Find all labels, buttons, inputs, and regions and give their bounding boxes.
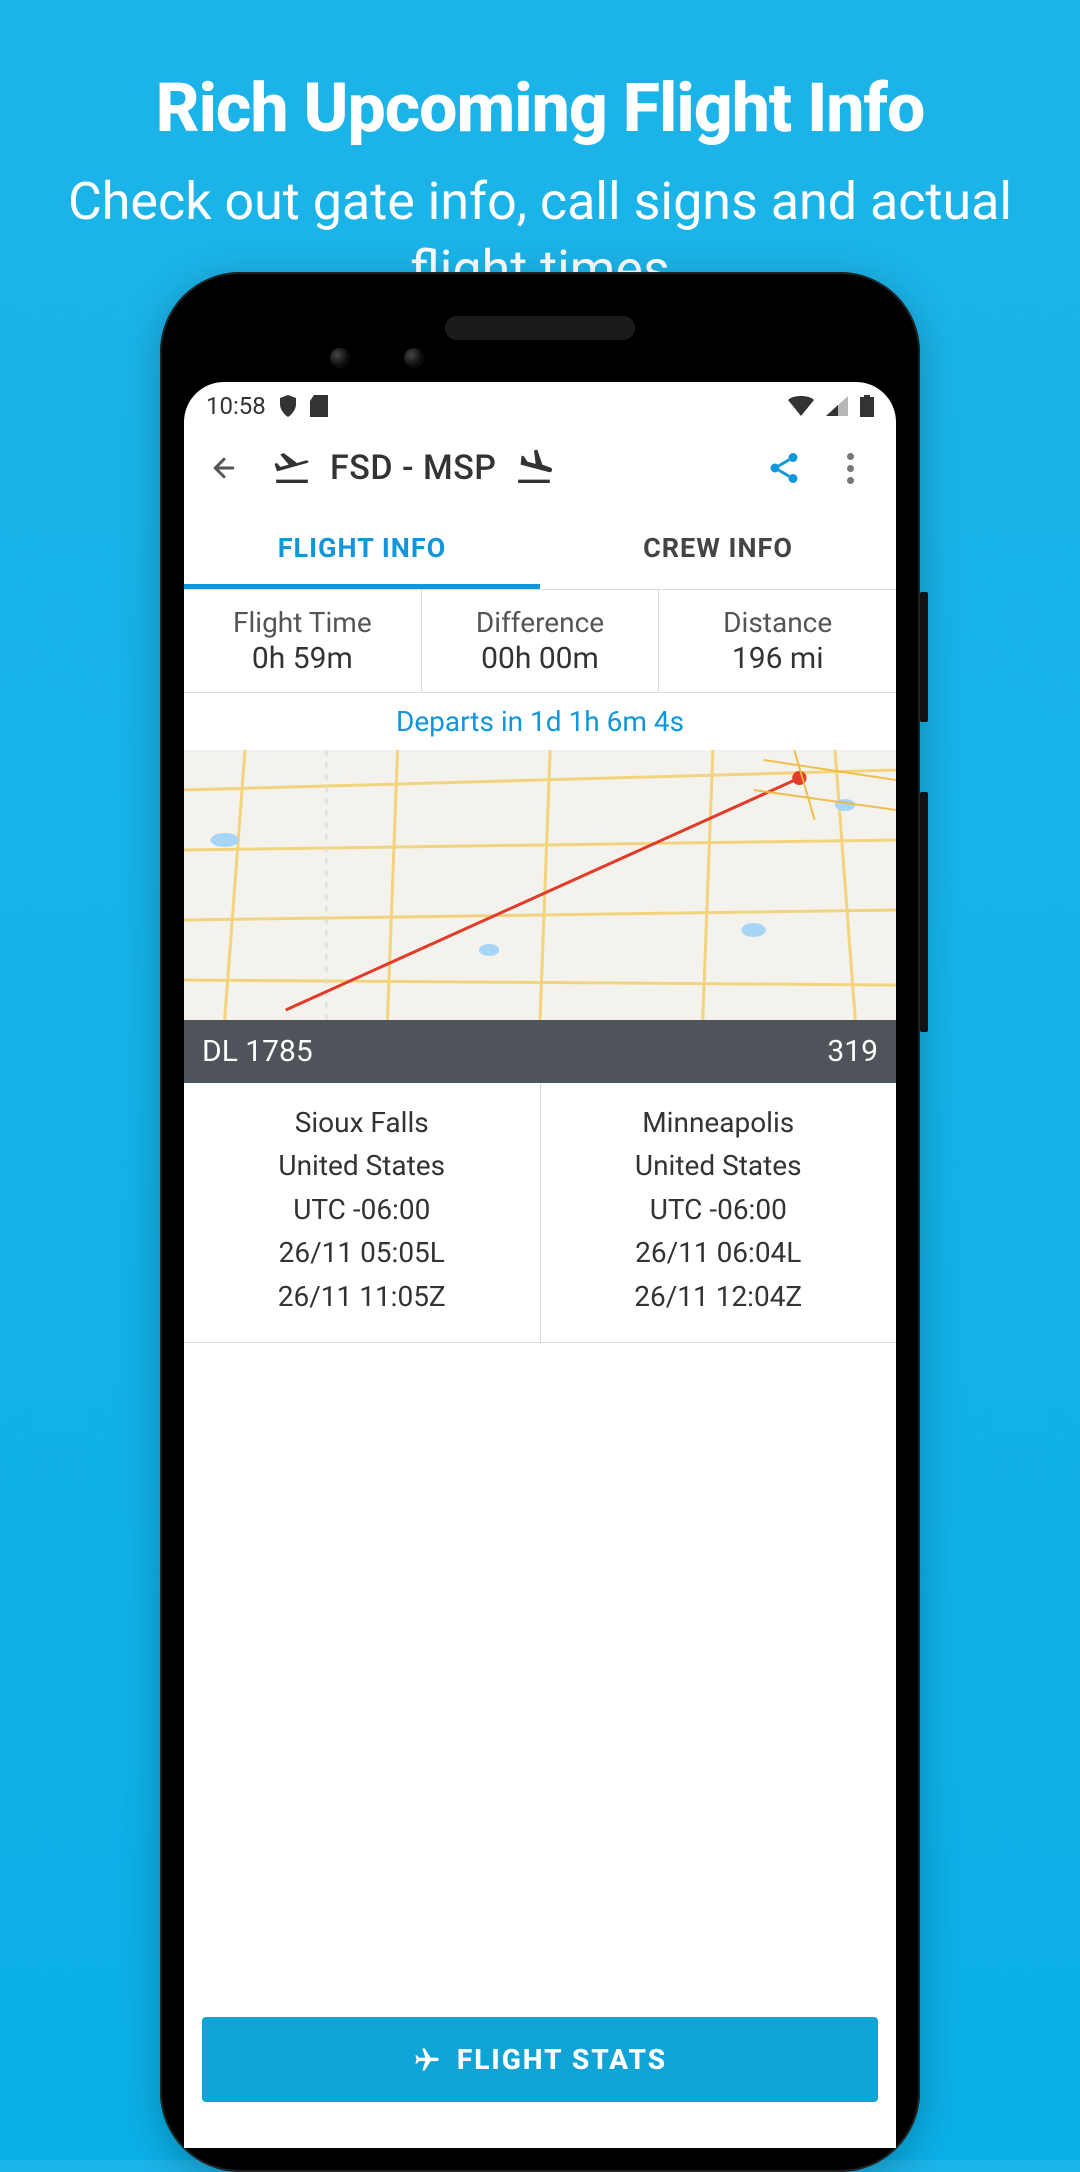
map-graphic	[184, 750, 896, 1020]
stat-flight-time: Flight Time 0h 59m	[184, 590, 422, 692]
stat-value: 0h 59m	[188, 641, 417, 676]
origin-zulu-time: 26/11 11:05Z	[192, 1275, 532, 1318]
more-button[interactable]	[832, 450, 868, 486]
stat-difference: Difference 00h 00m	[422, 590, 660, 692]
shield-icon	[278, 395, 298, 417]
route-label: FSD - MSP	[330, 448, 496, 488]
phone-frame: 10:58 FSD - MSP	[160, 272, 920, 2172]
cities-row: Sioux Falls United States UTC -06:00 26/…	[184, 1083, 896, 1343]
destination-column: Minneapolis United States UTC -06:00 26/…	[541, 1083, 897, 1342]
arrow-left-icon	[209, 453, 239, 483]
camera-dot	[404, 348, 424, 368]
stat-label: Flight Time	[188, 606, 417, 639]
plane-landing-icon	[514, 448, 554, 488]
camera-dot	[330, 348, 350, 368]
dot-icon	[847, 453, 854, 460]
promo-title: Rich Upcoming Flight Info	[0, 0, 1080, 148]
flight-callsign: DL 1785	[202, 1034, 313, 1069]
origin-local-time: 26/11 05:05L	[192, 1231, 532, 1274]
map-footer: DL 1785 319	[184, 1020, 896, 1083]
stat-label: Distance	[663, 606, 892, 639]
stat-label: Difference	[426, 606, 655, 639]
app-screen: 10:58 FSD - MSP	[184, 382, 896, 2148]
origin-country: United States	[192, 1144, 532, 1187]
plane-takeoff-icon	[272, 448, 312, 488]
signal-icon	[826, 396, 848, 416]
plane-icon	[413, 2046, 441, 2074]
status-time: 10:58	[206, 392, 266, 420]
battery-icon	[860, 395, 874, 417]
wifi-icon	[788, 396, 814, 416]
app-header: FSD - MSP	[184, 426, 896, 510]
side-button	[920, 592, 928, 722]
aircraft-type: 319	[827, 1034, 878, 1069]
stat-distance: Distance 196 mi	[659, 590, 896, 692]
flight-stats-button[interactable]: FLIGHT STATS	[202, 2017, 878, 2102]
dot-icon	[847, 477, 854, 484]
sd-card-icon	[310, 395, 328, 417]
tab-crew-info[interactable]: CREW INFO	[540, 510, 896, 589]
stat-value: 00h 00m	[426, 641, 655, 676]
stat-value: 196 mi	[663, 641, 892, 676]
tab-flight-info[interactable]: FLIGHT INFO	[184, 510, 540, 589]
origin-column: Sioux Falls United States UTC -06:00 26/…	[184, 1083, 541, 1342]
destination-local-time: 26/11 06:04L	[549, 1231, 889, 1274]
share-icon[interactable]	[766, 450, 802, 486]
departs-in-label: Departs in 1d 1h 6m 4s	[184, 693, 896, 750]
origin-city: Sioux Falls	[192, 1101, 532, 1144]
destination-zulu-time: 26/11 12:04Z	[549, 1275, 889, 1318]
side-button	[920, 792, 928, 1032]
destination-tz: UTC -06:00	[549, 1188, 889, 1231]
status-bar: 10:58	[184, 382, 896, 426]
flight-stats-label: FLIGHT STATS	[457, 2043, 667, 2076]
destination-city: Minneapolis	[549, 1101, 889, 1144]
dot-icon	[847, 465, 854, 472]
destination-country: United States	[549, 1144, 889, 1187]
stats-row: Flight Time 0h 59m Difference 00h 00m Di…	[184, 590, 896, 693]
route-map[interactable]	[184, 750, 896, 1020]
origin-tz: UTC -06:00	[192, 1188, 532, 1231]
tab-bar: FLIGHT INFO CREW INFO	[184, 510, 896, 590]
back-button[interactable]	[202, 446, 246, 490]
